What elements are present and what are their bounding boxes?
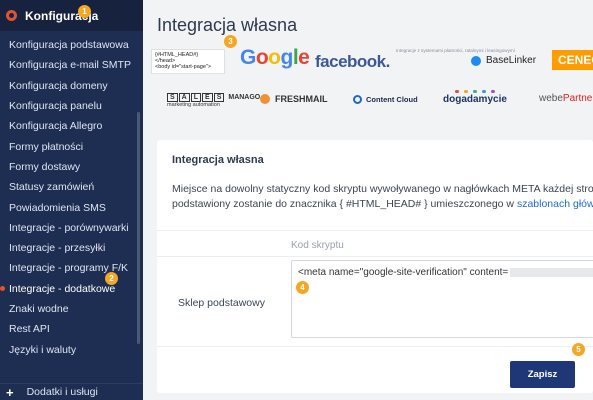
sidebar-menu: Konfiguracja podstawowa Konfiguracja e-m… <box>0 31 143 360</box>
sm-box: A <box>178 93 190 102</box>
sidebar: Konfiguracja Konfiguracja podstawowa Kon… <box>0 0 143 400</box>
sidebar-item-statusy-zamowien[interactable]: Statusy zamówień <box>0 177 143 197</box>
logo-webepartner[interactable]: webePartner <box>539 93 593 104</box>
row-label-store: Sklep podstawowy <box>178 297 265 309</box>
sidebar-item-formy-dostawy[interactable]: Formy dostawy <box>0 157 143 177</box>
sidebar-item-konfiguracja-podstawowa[interactable]: Konfiguracja podstawowa <box>0 35 143 55</box>
content-cloud-text: Content Cloud <box>366 95 418 104</box>
logo-content-cloud[interactable]: Content Cloud <box>353 95 418 104</box>
sm-box: L <box>190 93 202 102</box>
desc-line-2-text: podstawiony zostanie do znacznika { #HTM… <box>172 198 517 210</box>
sidebar-item-integracje-porownywarki[interactable]: Integracje - porównywarki <box>0 218 143 238</box>
content-cloud-icon <box>353 95 362 104</box>
sm-name: MANAGO <box>228 94 261 101</box>
sm-box: S <box>167 93 178 102</box>
sidebar-item-integracje-przesylki[interactable]: Integracje - przesyłki <box>0 238 143 258</box>
templates-link[interactable]: szablonach głównych sk <box>517 198 593 210</box>
sidebar-item-konfiguracja-domeny[interactable]: Konfiguracja domeny <box>0 76 143 96</box>
card-title: Integracja własna <box>172 154 264 166</box>
freshmail-text: FRESHMAIL <box>275 94 328 104</box>
sidebar-item-powiadomienia-sms[interactable]: Powiadomienia SMS <box>0 197 143 217</box>
sidebar-item-konfiguracja-smtp[interactable]: Konfiguracja e-mail SMTP <box>0 55 143 75</box>
logo-facebook[interactable]: facebook. <box>315 52 390 72</box>
freshmail-icon <box>260 94 270 104</box>
integration-logos: {#HTML_HEAD#} </head> <body id="start-pa… <box>143 0 593 130</box>
logo-freshmail[interactable]: FRESHMAIL <box>260 94 328 104</box>
sm-tagline: marketing automation <box>167 102 220 108</box>
main-content: Integracja własna {#HTML_HEAD#} </head> … <box>143 0 593 400</box>
baselinker-icon <box>471 55 481 66</box>
logo-dogadamycie[interactable]: dogadamycie <box>443 90 507 105</box>
sidebar-item-formy-platnosci[interactable]: Formy płatności <box>0 136 143 156</box>
logo-html-snippet[interactable]: {#HTML_HEAD#} </head> <body id="start-pa… <box>151 49 225 74</box>
sidebar-section-header[interactable]: Konfiguracja <box>0 0 143 31</box>
logo-baselinker[interactable]: BaseLinker <box>471 55 536 66</box>
sidebar-item-konfiguracja-panelu[interactable]: Konfiguracja panelu <box>0 96 143 116</box>
sidebar-item-integracje-programy-fk[interactable]: Integracje - programy F/K <box>0 258 143 278</box>
logo-payment-integrations[interactable]: Integracje z systemami płatności, rataln… <box>396 48 515 54</box>
save-button[interactable]: Zapisz <box>510 361 575 388</box>
logo-google[interactable]: Google <box>240 46 310 70</box>
sidebar-scrollbar[interactable] <box>137 112 140 344</box>
dogadamycie-text: dogadamycie <box>443 94 507 105</box>
annotation-badge-1: 1 <box>78 5 91 18</box>
annotation-badge-4: 4 <box>296 281 309 294</box>
redacted-value <box>510 267 593 277</box>
baselinker-text: BaseLinker <box>486 55 537 66</box>
sidebar-item-konfiguracja-allegro[interactable]: Konfiguracja Allegro <box>0 116 143 136</box>
plus-icon: + <box>6 384 14 400</box>
annotation-badge-5: 5 <box>572 343 585 356</box>
divider <box>157 256 593 257</box>
card-description: Miejsce na dowolny statyczny kod skryptu… <box>172 182 593 212</box>
sidebar-bottom-label: Dodatki i usługi <box>26 386 98 398</box>
webepartner-main: Partner <box>562 93 593 104</box>
webepartner-prefix: webe <box>539 93 563 104</box>
dogadamycie-dots-icon <box>443 90 507 93</box>
annotation-badge-3: 3 <box>224 35 237 48</box>
divider <box>157 346 593 347</box>
snippet-line-3: <body id="start-page"> <box>155 64 212 70</box>
divider <box>157 230 593 231</box>
script-code-textarea[interactable]: <meta name="google-site-verification" co… <box>291 260 593 338</box>
sidebar-item-dodatki-uslugi[interactable]: + Dodatki i usługi <box>0 383 143 400</box>
column-header-code: Kod skryptu <box>291 240 344 251</box>
sidebar-item-integracje-dodatkowe[interactable]: Integracje - dodatkowe <box>0 279 143 299</box>
sidebar-item-jezyki-waluty[interactable]: Języki i waluty <box>0 339 143 359</box>
desc-line-2: podstawiony zostanie do znacznika { #HTM… <box>172 197 593 212</box>
sidebar-item-rest-api[interactable]: Rest API <box>0 319 143 339</box>
desc-line-1: Miejsce na dowolny statyczny kod skryptu… <box>172 183 593 195</box>
gear-icon <box>6 10 17 21</box>
sm-box: E <box>202 93 213 102</box>
sm-box: S <box>213 93 225 102</box>
logo-salesmanago[interactable]: S A L E S MANAGO marketing automation <box>167 93 260 108</box>
annotation-badge-2: 2 <box>105 272 118 285</box>
integration-card: Integracja własna Miejsce na dowolny sta… <box>157 140 593 393</box>
logo-ceneo[interactable]: CENEO <box>552 50 593 70</box>
sidebar-item-znaki-wodne[interactable]: Znaki wodne <box>0 299 143 319</box>
code-value: <meta name="google-site-verification" co… <box>298 267 509 278</box>
